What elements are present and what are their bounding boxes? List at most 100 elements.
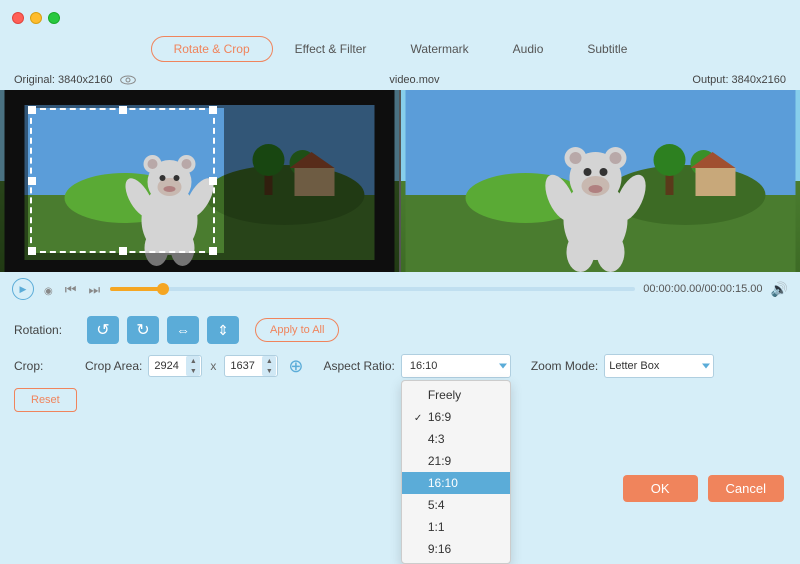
crop-area-label: Crop Area: (85, 359, 142, 373)
flip-v-icon: ⇕ (217, 322, 229, 339)
crop-dark-right (224, 108, 399, 253)
crop-height-wrap: ▲ ▼ (224, 355, 278, 377)
aspect-option-4-3[interactable]: 4:3 (402, 428, 510, 450)
original-preview (0, 90, 399, 272)
crosshair-icon: ⊕ (288, 356, 303, 376)
volume-icon[interactable]: 🔊 (771, 281, 788, 298)
aspect-option-9-16[interactable]: 9:16 (402, 538, 510, 560)
eye-icon[interactable] (120, 75, 136, 85)
reset-button[interactable]: Reset (14, 388, 77, 412)
zoom-dropdown-wrap: Letter Box (604, 354, 714, 378)
close-button[interactable] (12, 12, 24, 24)
flip-horizontal-button[interactable]: ⇔ (167, 316, 199, 344)
rotate-left-button[interactable]: ↺ (87, 316, 119, 344)
crop-height-down[interactable]: ▼ (262, 366, 276, 376)
check-16-10 (414, 479, 428, 490)
flip-vertical-button[interactable]: ⇕ (207, 316, 239, 344)
tab-effect-filter[interactable]: Effect & Filter (273, 36, 389, 62)
crop-dark-top (0, 90, 399, 108)
filename: video.mov (389, 74, 439, 86)
aspect-ratio-dropdown-wrap: 16:10 Freely ✓16:9 4:3 21:9 (401, 354, 511, 378)
tab-watermark[interactable]: Watermark (388, 36, 490, 62)
crop-handle-tm[interactable] (119, 106, 127, 114)
crop-width-up[interactable]: ▲ (186, 356, 200, 366)
aspect-ratio-section: Aspect Ratio: 16:10 Freely ✓16:9 4:3 (323, 354, 510, 378)
prev-icon: ⏮ (65, 282, 77, 297)
crop-handle-ml[interactable] (28, 177, 36, 185)
tab-audio[interactable]: Audio (491, 36, 566, 62)
prev-frame-button[interactable]: ⏮ (63, 281, 79, 298)
bottom-bar: OK Cancel (607, 465, 800, 512)
tab-rotate-crop[interactable]: Rotate & Crop (151, 36, 273, 62)
time-display: 00:00:00.00/00:00:15.00 (643, 283, 762, 295)
tab-subtitle[interactable]: Subtitle (565, 36, 649, 62)
check-freely (414, 391, 428, 402)
controls: Rotation: ↺ ↻ ⇔ ⇕ Apply to All Crop: Cro… (0, 306, 800, 420)
cancel-button[interactable]: Cancel (708, 475, 784, 502)
apply-to-all-button[interactable]: Apply to All (255, 318, 339, 342)
play-button[interactable]: ▶ (12, 278, 34, 300)
zoom-mode-section: Zoom Mode: Letter Box (531, 354, 714, 378)
zoom-mode-label: Zoom Mode: (531, 359, 598, 373)
x-separator: x (208, 359, 218, 373)
total-time: 00:00:15.00 (704, 283, 762, 295)
preview-area (0, 90, 800, 272)
crop-label: Crop: (14, 359, 79, 373)
maximize-button[interactable] (48, 12, 60, 24)
aspect-option-freely[interactable]: Freely (402, 384, 510, 406)
check-21-9 (414, 457, 428, 468)
current-time: 00:00:00.00 (643, 283, 701, 295)
crop-handle-mr[interactable] (209, 177, 217, 185)
aspect-option-21-9[interactable]: 21:9 (402, 450, 510, 472)
stop-button[interactable]: ◉ (42, 281, 55, 297)
rotate-right-icon: ↻ (136, 320, 149, 340)
aspect-option-16-9[interactable]: ✓16:9 (402, 406, 510, 428)
check-16-9: ✓ (414, 413, 428, 424)
aspect-option-5-4[interactable]: 5:4 (402, 494, 510, 516)
crop-handle-br[interactable] (209, 247, 217, 255)
rotate-right-button[interactable]: ↻ (127, 316, 159, 344)
crop-handle-tr[interactable] (209, 106, 217, 114)
output-resolution: Output: 3840x2160 (692, 74, 786, 86)
crop-row: Crop: Crop Area: ▲ ▼ x ▲ ▼ ⊕ Aspect Rati… (14, 354, 786, 378)
crop-height-up[interactable]: ▲ (262, 356, 276, 366)
rotation-label: Rotation: (14, 323, 79, 337)
zoom-mode-dropdown[interactable]: Letter Box (604, 354, 714, 378)
aspect-ratio-label: Aspect Ratio: (323, 359, 394, 373)
aspect-ratio-dropdown[interactable]: 16:10 (401, 354, 511, 378)
rotation-row: Rotation: ↺ ↻ ⇔ ⇕ Apply to All (14, 316, 786, 344)
output-preview (399, 90, 800, 272)
original-resolution: Original: 3840x2160 (14, 74, 112, 86)
crop-handle-tl[interactable] (28, 106, 36, 114)
crop-handle-bl[interactable] (28, 247, 36, 255)
crop-width-down[interactable]: ▼ (186, 366, 200, 376)
crop-center-button[interactable]: ⊕ (284, 356, 307, 377)
titlebar (0, 0, 800, 36)
crop-overlay[interactable] (30, 108, 215, 253)
stop-icon: ◉ (44, 286, 53, 297)
infobar: Original: 3840x2160 video.mov Output: 38… (0, 70, 800, 90)
play-icon: ▶ (20, 284, 27, 295)
crop-height-spinners: ▲ ▼ (262, 356, 276, 376)
aspect-option-1-1[interactable]: 1:1 (402, 516, 510, 538)
traffic-lights (12, 12, 60, 24)
crop-handle-bm[interactable] (119, 247, 127, 255)
transport-bar: ▶ ◉ ⏮ ⏭ 00:00:00.00/00:00:15.00 🔊 (0, 272, 800, 306)
crop-dark-bottom (0, 253, 399, 272)
progress-bar[interactable] (110, 287, 635, 291)
next-icon: ⏭ (88, 282, 100, 297)
minimize-button[interactable] (30, 12, 42, 24)
check-9-16 (414, 545, 428, 556)
crop-width-wrap: ▲ ▼ (148, 355, 202, 377)
output-scene (401, 90, 800, 272)
rotate-left-icon: ↺ (96, 320, 109, 340)
progress-thumb[interactable] (157, 283, 169, 295)
crop-width-spinners: ▲ ▼ (186, 356, 200, 376)
aspect-option-16-10[interactable]: 16:10 (402, 472, 510, 494)
check-4-3 (414, 435, 428, 446)
progress-fill (110, 287, 163, 291)
next-frame-button[interactable]: ⏭ (86, 281, 102, 298)
check-1-1 (414, 523, 428, 534)
flip-h-icon: ⇔ (176, 322, 190, 338)
ok-button[interactable]: OK (623, 475, 698, 502)
